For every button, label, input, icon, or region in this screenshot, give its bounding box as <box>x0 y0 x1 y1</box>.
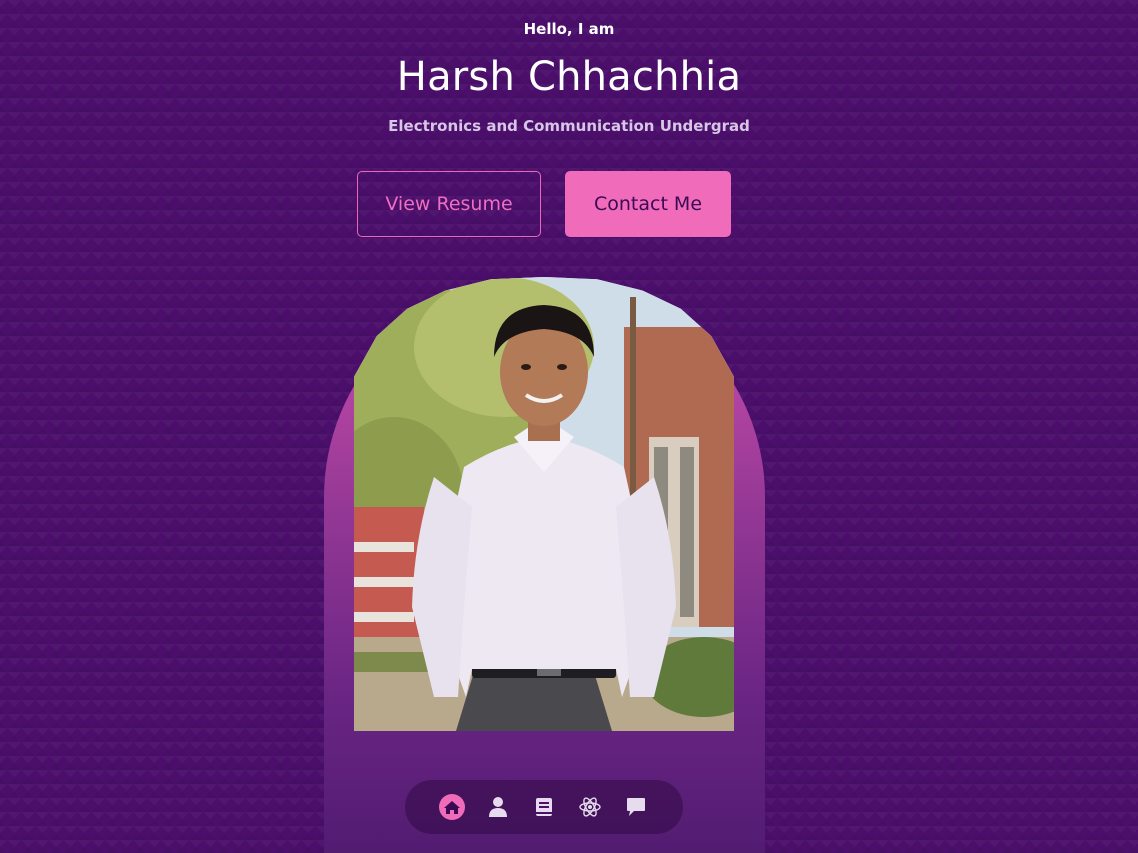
contact-me-button[interactable]: Contact Me <box>565 171 731 237</box>
view-resume-button[interactable]: View Resume <box>357 171 541 237</box>
nav-item-home[interactable] <box>433 788 471 826</box>
nav-item-experience[interactable] <box>525 788 563 826</box>
chat-icon <box>627 798 645 816</box>
page-title: Harsh Chhachhia <box>396 54 742 100</box>
react-icon <box>579 797 601 817</box>
subtitle-text: Electronics and Communication Undergrad <box>388 117 750 135</box>
profile-photo <box>354 277 734 731</box>
bottom-nav <box>405 780 683 834</box>
user-icon <box>489 797 507 817</box>
greeting-text: Hello, I am <box>523 20 615 38</box>
nav-item-contact[interactable] <box>617 788 655 826</box>
home-icon <box>439 794 465 820</box>
nav-item-skills[interactable] <box>571 788 609 826</box>
book-icon <box>536 798 552 816</box>
nav-item-about[interactable] <box>479 788 517 826</box>
